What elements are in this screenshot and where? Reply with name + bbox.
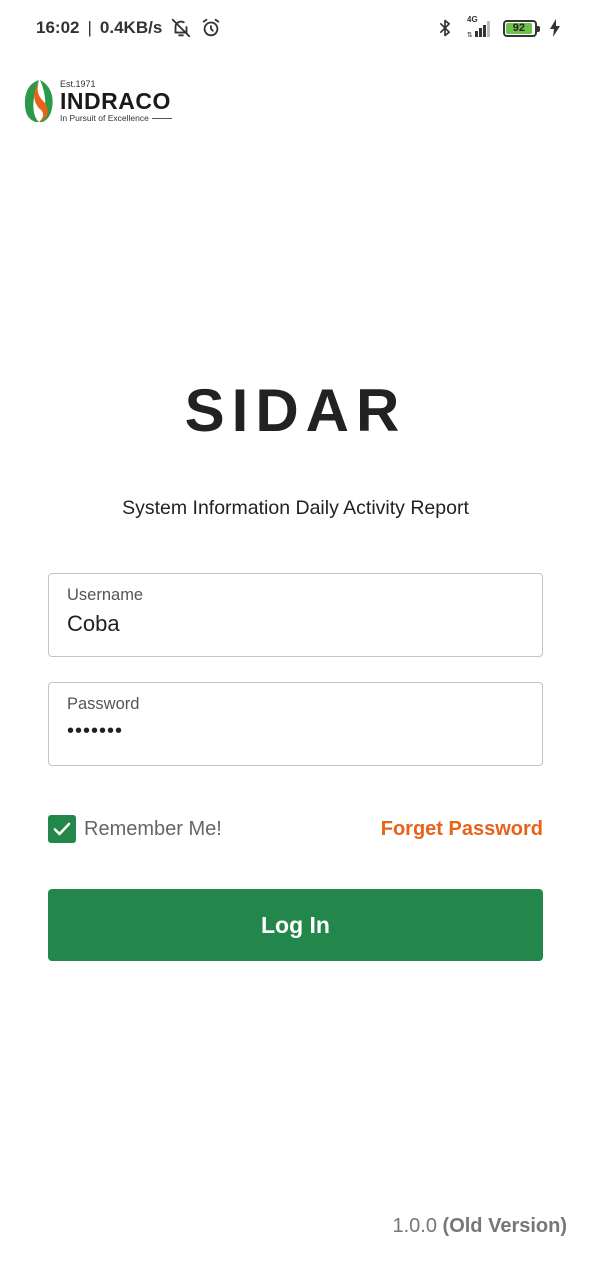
status-right: ⇅ 4G 92 [437,15,561,39]
password-label: Password [67,695,140,713]
status-separator: | [87,18,92,37]
logo-text: Est.1971 INDRACO In Pursuit of Excellenc… [60,79,172,123]
checkbox-checked-icon[interactable] [48,815,76,843]
logo-divider [151,117,172,119]
app-title: SIDAR [184,377,407,444]
remember-me-checkbox[interactable]: Remember Me! [48,815,222,843]
password-input[interactable] [67,720,524,743]
forget-password-link[interactable]: Forget Password [381,818,543,841]
status-left: 16:02 | 0.4KB/s [36,17,222,39]
logo-mark-icon [22,78,56,124]
app-subtitle: System Information Daily Activity Report [122,497,469,519]
login-button[interactable]: Log In [48,889,543,961]
svg-text:⇅: ⇅ [467,31,473,39]
network-type: 4G [467,15,478,24]
login-screen: 16:02 | 0.4KB/s ⇅ 4G 92 Est.1971 INDRACO… [0,0,591,1280]
battery-level: 92 [512,22,525,34]
version-number: 1.0.0 [392,1215,437,1237]
notifications-off-icon [170,17,192,39]
logo-tagline: In Pursuit of Excellence [60,112,149,123]
battery-icon: 92 [503,19,540,37]
logo-tagline-row: In Pursuit of Excellence [60,114,172,123]
company-logo: Est.1971 INDRACO In Pursuit of Excellenc… [22,78,172,124]
charging-icon [549,19,561,37]
version-note: (Old Version) [442,1215,567,1237]
alarm-icon [200,17,222,39]
battery-cap [537,25,540,32]
signal-icon: ⇅ 4G [463,15,493,39]
status-bar: 16:02 | 0.4KB/s ⇅ 4G 92 [0,0,591,56]
username-label: Username [67,586,144,604]
username-input[interactable] [67,611,524,637]
status-time: 16:02 [36,18,80,37]
logo-name: INDRACO [60,87,171,114]
battery-fill: 92 [506,22,532,34]
password-field[interactable]: Password [48,682,543,766]
app-version: 1.0.0 (Old Version) [392,1215,567,1238]
status-net-speed: 0.4KB/s [99,18,163,37]
remember-row: Remember Me! Forget Password [48,814,543,844]
remember-me-label[interactable]: Remember Me! [84,818,222,841]
username-field[interactable]: Username [48,573,543,657]
bluetooth-icon [437,18,453,38]
